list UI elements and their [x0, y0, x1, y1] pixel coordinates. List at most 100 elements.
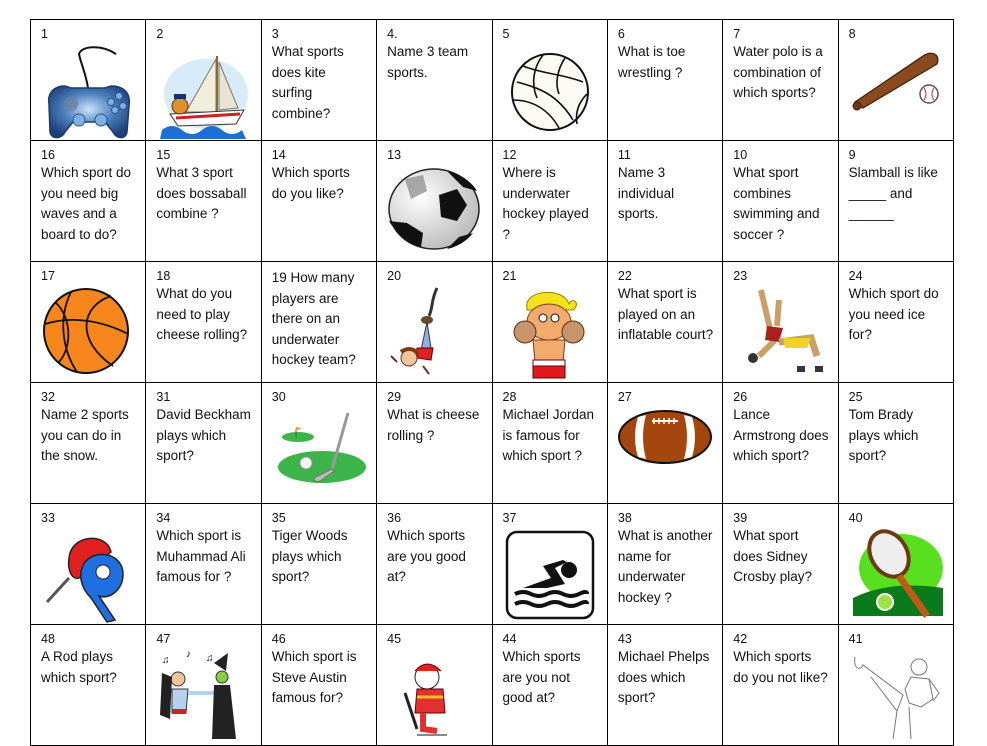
- board-square: 30: [260, 382, 378, 504]
- square-number: 42: [733, 632, 748, 646]
- square-question: Which sport is Muhammad Ali famous for ?: [156, 528, 246, 584]
- board-square: 6 What is toe wrestling ?: [606, 19, 724, 141]
- square-question: What is cheese rolling ?: [387, 407, 480, 443]
- svg-text:♫: ♫: [162, 655, 170, 666]
- board-square: 28 Michael Jordan is famous for which spo…: [491, 382, 608, 504]
- board-row: 33 34 Which sport is Muhammad Ali famous …: [29, 503, 955, 625]
- square-number: 10: [733, 148, 748, 162]
- board-square: 33: [29, 503, 147, 625]
- square-number: 35: [271, 511, 286, 525]
- square-number: 4.: [387, 27, 398, 41]
- basketball-icon: [41, 286, 137, 381]
- board-square: 9 Slamball is like _____ and ______: [837, 140, 955, 262]
- square-number: 9: [848, 148, 856, 162]
- board-square: 4. Name 3 team sports.: [376, 19, 493, 141]
- board-square: 11 Name 3 individual sports.: [606, 140, 724, 262]
- square-question: What is toe wrestling ?: [617, 44, 686, 80]
- board-square: 32 Name 2 sports you can do in the snow.: [29, 382, 147, 504]
- square-number: 32: [41, 390, 55, 404]
- board-square: 38 What is another name for underwater ho…: [606, 503, 724, 625]
- square-question: Name 3 individual sports.: [617, 165, 675, 221]
- board-row: 48 A Rod plays which sport? 47 ♫ ♪ ♫ 46 Which…: [29, 624, 955, 746]
- svg-text:♫: ♫: [206, 653, 214, 664]
- board-square: 7 Water polo is a combination of which sp…: [722, 19, 839, 141]
- square-number: 46: [271, 632, 286, 646]
- board-square: 5: [491, 19, 608, 141]
- square-question: Tom Brady plays which sport?: [848, 407, 919, 463]
- board-square: 16 Which sport do you need big waves and …: [29, 140, 147, 262]
- board-square: 31 David Beckham plays which sport?: [145, 382, 262, 504]
- square-number: 47: [156, 632, 171, 646]
- square-number: 29: [387, 390, 402, 404]
- square-question: Name 2 sports you can do in the snow.: [41, 407, 129, 463]
- square-question: Name 3 team sports.: [387, 44, 469, 80]
- board-square: 27: [606, 382, 724, 504]
- square-question: Which sport do you need ice for?: [848, 286, 939, 342]
- board-square: 17: [29, 261, 147, 383]
- board-square: 8: [837, 19, 955, 141]
- golf-icon: [272, 407, 368, 502]
- svg-text:♪: ♪: [186, 649, 191, 660]
- game-controller-icon: [41, 44, 137, 139]
- square-number: 48: [41, 632, 55, 646]
- square-question: Michael Jordan is famous for which sport…: [502, 407, 595, 463]
- square-question: Lance Armstrong does which sport?: [733, 407, 829, 463]
- square-number: 41: [848, 632, 863, 646]
- american-football-icon: [617, 407, 714, 477]
- square-number: 33: [41, 511, 55, 525]
- square-question: What sports does kite surfing combine?: [271, 44, 344, 121]
- board-square: 21: [491, 261, 608, 383]
- square-question: What 3 sport does bossaball combine ?: [156, 165, 247, 221]
- square-question: What sport is played on an inflatable co…: [617, 286, 714, 342]
- board-square: 19 How many players are there on an unde…: [260, 261, 378, 383]
- board-square: 26 Lance Armstrong does which sport?: [722, 382, 839, 504]
- sailboat-icon: [156, 44, 252, 139]
- board-square: 25 Tom Brady plays which sport?: [837, 382, 955, 504]
- square-question: What sport does Sidney Crosby play?: [733, 528, 813, 584]
- karate-kick-icon: [849, 649, 945, 744]
- board-square: 36 Which sports are you good at?: [376, 503, 493, 625]
- dancers-icon: ♫ ♪ ♫: [156, 649, 252, 744]
- board-square: 2: [145, 19, 262, 141]
- square-number: 15: [156, 148, 171, 162]
- square-number: 23: [733, 269, 748, 283]
- sports-board-game-grid: 1 2 3 What sports does kite surfing combi…: [29, 19, 955, 746]
- square-number: 5: [502, 27, 510, 41]
- square-number: 40: [848, 511, 863, 525]
- square-question: David Beckham plays which sport?: [156, 407, 251, 463]
- square-number: 43: [617, 632, 632, 646]
- board-square: 15 What 3 sport does bossaball combine ?: [145, 140, 262, 262]
- square-question: Which sports do you like?: [271, 165, 350, 201]
- square-question: Michael Phelps does which sport?: [617, 649, 710, 705]
- square-number: 24: [848, 269, 863, 283]
- square-number: 37: [502, 511, 517, 525]
- board-square: 40: [837, 503, 955, 625]
- ping-pong-paddles-icon: [41, 528, 137, 623]
- square-number: 34: [156, 511, 171, 525]
- square-question: What is another name for underwater hock…: [617, 528, 713, 605]
- square-number: 13: [387, 148, 402, 162]
- square-number: 17: [41, 269, 55, 283]
- board-square: 44 Which sports are you not good at?: [491, 624, 608, 746]
- square-number: 7: [733, 27, 741, 41]
- board-row: 1 2 3 What sports does kite surfing combi…: [29, 19, 955, 141]
- square-number: 27: [617, 390, 632, 404]
- board-square: 47 ♫ ♪ ♫: [145, 624, 262, 746]
- board-square: 12 Where is underwater hockey played ?: [491, 140, 608, 262]
- bungee-jumper-icon: [387, 286, 483, 381]
- square-question: Which sport is Steve Austin famous for?: [271, 649, 357, 705]
- soccer-ball-icon: [387, 165, 483, 260]
- board-square: 48 A Rod plays which sport?: [29, 624, 147, 746]
- square-number: 3: [271, 27, 279, 41]
- square-number: 39: [733, 511, 748, 525]
- board-square: 37: [491, 503, 608, 625]
- square-question: Which sport do you need big waves and a …: [41, 165, 132, 242]
- square-question: What sport combines swimming and soccer …: [733, 165, 820, 242]
- square-number: 30: [271, 390, 286, 404]
- square-question: What do you need to play cheese rolling?: [156, 286, 248, 342]
- board-square: 41: [837, 624, 955, 746]
- square-number: 22: [617, 269, 632, 283]
- board-square: 29 What is cheese rolling ?: [376, 382, 493, 504]
- square-number: 36: [387, 511, 402, 525]
- square-number: 38: [617, 511, 632, 525]
